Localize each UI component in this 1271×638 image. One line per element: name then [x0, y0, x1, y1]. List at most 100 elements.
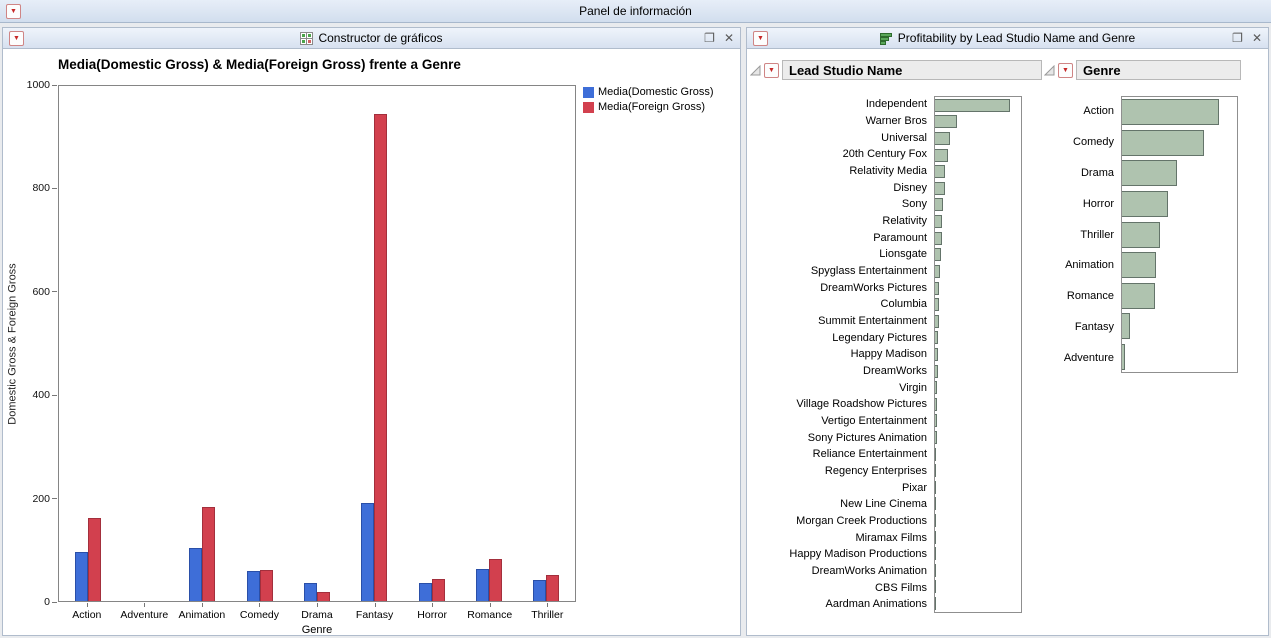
bar[interactable]	[935, 381, 937, 394]
category-label[interactable]: Legendary Pictures	[747, 329, 931, 346]
bar[interactable]	[1122, 160, 1177, 186]
category-label[interactable]: Morgan Creek Productions	[747, 513, 931, 530]
bar[interactable]	[935, 564, 936, 577]
bar[interactable]	[189, 548, 202, 601]
bar[interactable]	[935, 298, 939, 311]
profitability-menu-button[interactable]: ▼	[753, 31, 768, 46]
bar[interactable]	[317, 592, 330, 601]
category-label[interactable]: DreamWorks Animation	[747, 563, 931, 580]
bar[interactable]	[935, 414, 937, 427]
close-button[interactable]: ✕	[1252, 32, 1262, 44]
x-tick-label[interactable]: Thriller	[519, 602, 577, 621]
category-label[interactable]: Romance	[1040, 281, 1118, 312]
dashboard-menu-button[interactable]: ▼	[6, 4, 21, 19]
bar[interactable]	[935, 580, 936, 593]
bar[interactable]	[935, 115, 957, 128]
category-label[interactable]: Reliance Entertainment	[747, 446, 931, 463]
bar[interactable]	[935, 215, 942, 228]
disclosure-icon[interactable]	[750, 65, 761, 76]
close-button[interactable]: ✕	[724, 32, 734, 44]
category-label[interactable]: Sony	[747, 196, 931, 213]
category-label[interactable]: Miramax Films	[747, 529, 931, 546]
bar[interactable]	[935, 597, 936, 610]
category-label[interactable]: DreamWorks	[747, 363, 931, 380]
bar[interactable]	[202, 507, 215, 601]
bar[interactable]	[935, 99, 1010, 112]
category-label[interactable]: Horror	[1040, 188, 1118, 219]
category-label[interactable]: Regency Enterprises	[747, 463, 931, 480]
category-label[interactable]: Pixar	[747, 479, 931, 496]
x-tick-label[interactable]: Drama	[288, 602, 346, 621]
bar[interactable]	[361, 503, 374, 601]
bar[interactable]	[935, 448, 936, 461]
x-tick-label[interactable]: Fantasy	[346, 602, 404, 621]
maximize-button[interactable]: ❐	[704, 32, 715, 44]
category-label[interactable]: 20th Century Fox	[747, 146, 931, 163]
category-label[interactable]: Independent	[747, 96, 931, 113]
x-tick-label[interactable]: Adventure	[116, 602, 174, 621]
category-label[interactable]: Fantasy	[1040, 311, 1118, 342]
category-label[interactable]: Drama	[1040, 158, 1118, 189]
x-tick-label[interactable]: Horror	[403, 602, 461, 621]
bar[interactable]	[432, 579, 445, 601]
category-label[interactable]: Lionsgate	[747, 246, 931, 263]
category-label[interactable]: Virgin	[747, 379, 931, 396]
maximize-button[interactable]: ❐	[1232, 32, 1243, 44]
category-label[interactable]: Warner Bros	[747, 113, 931, 130]
bar[interactable]	[260, 570, 273, 601]
bar[interactable]	[374, 114, 387, 601]
category-label[interactable]: Disney	[747, 179, 931, 196]
bar[interactable]	[935, 531, 936, 544]
bar[interactable]	[935, 464, 936, 477]
category-label[interactable]: Adventure	[1040, 342, 1118, 373]
bar[interactable]	[1122, 191, 1168, 217]
bar[interactable]	[935, 132, 950, 145]
category-label[interactable]: Happy Madison Productions	[747, 546, 931, 563]
category-label[interactable]: Aardman Animations	[747, 596, 931, 613]
legend-entry[interactable]: Media(Foreign Gross)	[583, 101, 714, 113]
bar[interactable]	[935, 282, 939, 295]
category-label[interactable]: DreamWorks Pictures	[747, 279, 931, 296]
bar[interactable]	[1122, 222, 1160, 248]
bar[interactable]	[935, 497, 936, 510]
bar[interactable]	[546, 575, 559, 601]
bar[interactable]	[935, 547, 936, 560]
bar[interactable]	[935, 265, 940, 278]
bar[interactable]	[1122, 130, 1204, 156]
category-label[interactable]: Happy Madison	[747, 346, 931, 363]
bar[interactable]	[935, 398, 937, 411]
bar[interactable]	[935, 348, 938, 361]
genre-menu-button[interactable]: ▼	[1058, 63, 1073, 78]
bar[interactable]	[935, 149, 948, 162]
category-label[interactable]: Action	[1040, 96, 1118, 127]
bar[interactable]	[935, 315, 939, 328]
bar[interactable]	[935, 514, 936, 527]
bar[interactable]	[935, 431, 937, 444]
category-label[interactable]: Relativity Media	[747, 163, 931, 180]
category-label[interactable]: Summit Entertainment	[747, 313, 931, 330]
bar[interactable]	[935, 365, 938, 378]
bar[interactable]	[247, 571, 260, 601]
x-tick-label[interactable]: Romance	[461, 602, 519, 621]
bar[interactable]	[1122, 283, 1155, 309]
bar[interactable]	[935, 165, 945, 178]
category-label[interactable]: Animation	[1040, 250, 1118, 281]
genre-header-label[interactable]: Genre	[1076, 60, 1241, 80]
disclosure-icon[interactable]	[1044, 65, 1055, 76]
bar[interactable]	[935, 248, 941, 261]
bar[interactable]	[476, 569, 489, 601]
bar[interactable]	[935, 481, 936, 494]
x-tick-label[interactable]: Comedy	[231, 602, 289, 621]
category-label[interactable]: Columbia	[747, 296, 931, 313]
studio-menu-button[interactable]: ▼	[764, 63, 779, 78]
bar[interactable]	[1122, 313, 1130, 339]
bar[interactable]	[304, 583, 317, 601]
category-label[interactable]: Thriller	[1040, 219, 1118, 250]
bar[interactable]	[489, 559, 502, 601]
category-label[interactable]: Village Roadshow Pictures	[747, 396, 931, 413]
bar[interactable]	[935, 331, 938, 344]
bar[interactable]	[533, 580, 546, 601]
category-label[interactable]: Universal	[747, 129, 931, 146]
bar[interactable]	[935, 198, 943, 211]
bar[interactable]	[1122, 344, 1125, 370]
